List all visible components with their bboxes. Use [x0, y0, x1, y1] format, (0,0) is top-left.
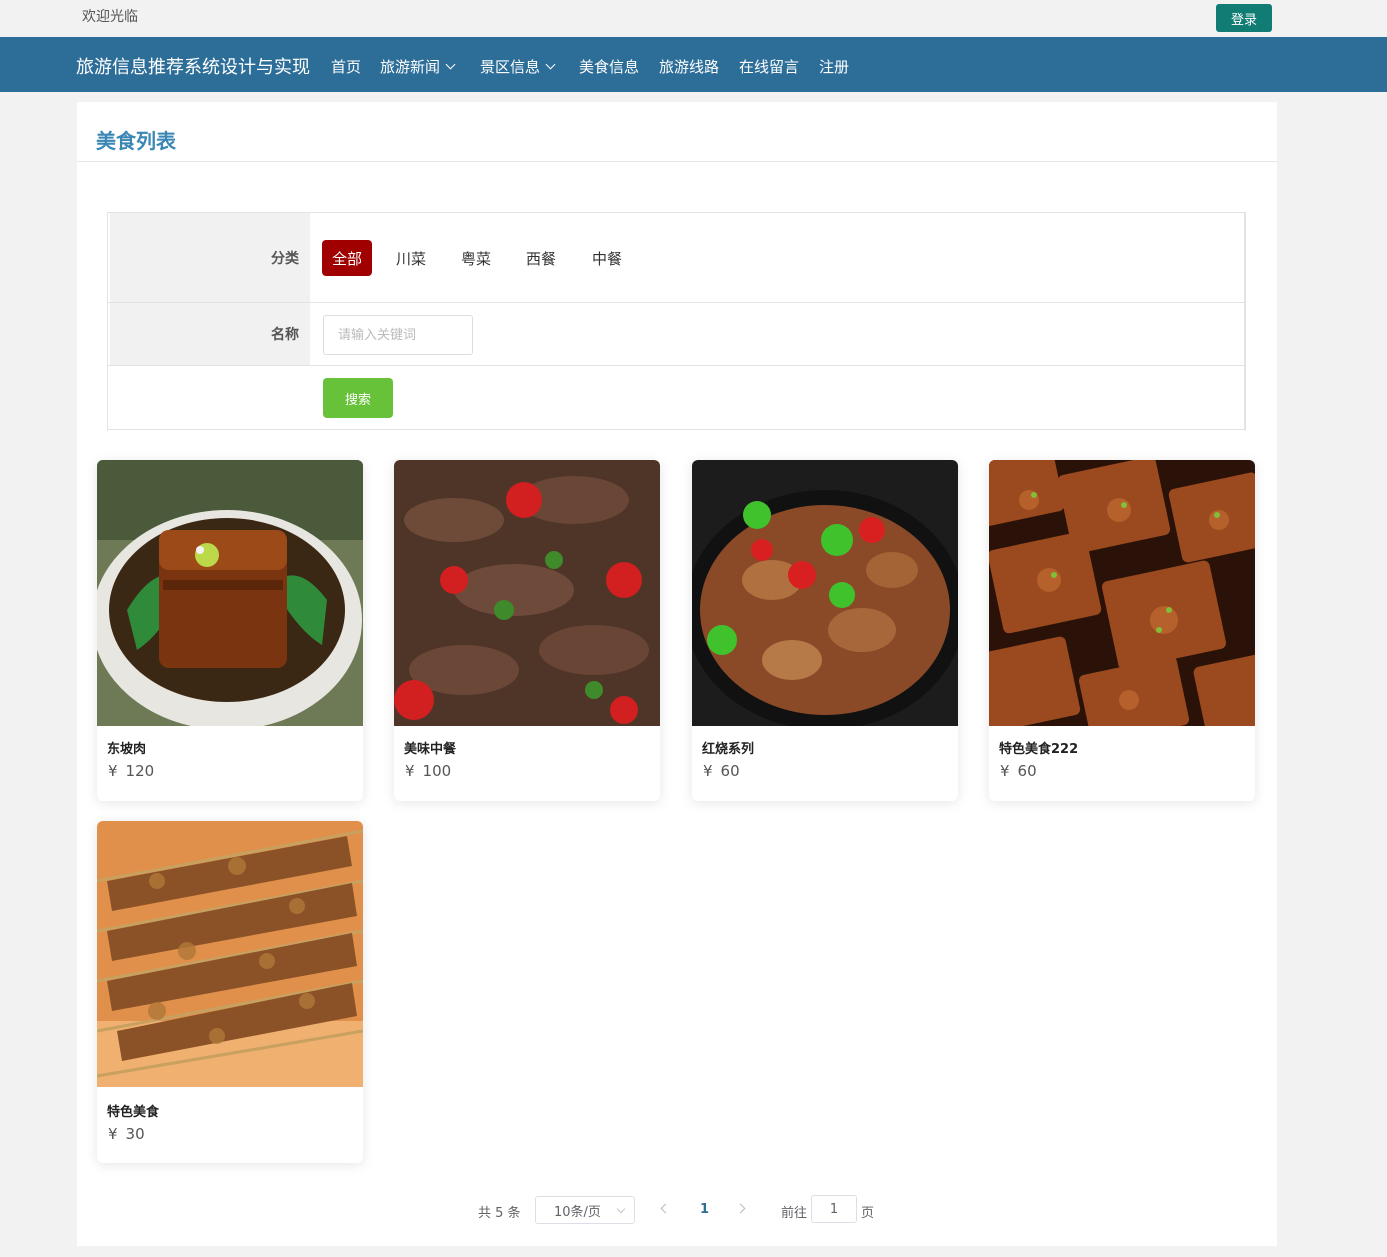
page-suffix: 页 [861, 1206, 875, 1221]
category-cantonese[interactable]: 粤菜 [451, 240, 501, 276]
price-value: 30 [125, 1125, 145, 1143]
filter-row-category: 分类 全部 川菜 粤菜 西餐 中餐 [108, 213, 1245, 303]
category-western[interactable]: 西餐 [516, 240, 566, 276]
nav-item-travel-news[interactable]: 旅游新闻 [380, 56, 456, 77]
food-name: 特色美食 [107, 1105, 160, 1120]
page-size-select[interactable]: 10条/页 [535, 1196, 635, 1224]
page-number-current[interactable]: 1 [700, 1202, 709, 1217]
food-price: ¥30 [108, 1125, 145, 1143]
chevron-down-icon [445, 59, 456, 70]
currency-symbol: ¥ [405, 762, 415, 780]
prev-page-icon[interactable] [657, 1202, 671, 1216]
nav-item-home[interactable]: 首页 [331, 56, 361, 77]
filter-table: 分类 全部 川菜 粤菜 西餐 中餐 名称 搜索 [107, 212, 1246, 431]
food-card[interactable]: 东坡肉 ¥120 [97, 460, 363, 801]
food-name: 红烧系列 [702, 742, 755, 757]
nav-item-register[interactable]: 注册 [819, 56, 849, 77]
site-brand[interactable]: 旅游信息推荐系统设计与实现 [76, 53, 310, 79]
food-price: ¥120 [108, 762, 154, 780]
currency-symbol: ¥ [108, 1125, 118, 1143]
food-name: 美味中餐 [404, 742, 457, 757]
pagination: 共 5 条 10条/页 1 前往 页 [77, 1195, 1277, 1224]
top-bar: 欢迎光临 登录 [0, 0, 1387, 37]
currency-symbol: ¥ [108, 762, 118, 780]
title-divider [77, 161, 1277, 162]
category-chinese[interactable]: 中餐 [582, 240, 632, 276]
nav-item-messages[interactable]: 在线留言 [739, 56, 799, 77]
price-value: 100 [422, 762, 452, 780]
nav-item-label: 旅游新闻 [380, 58, 441, 76]
row-border [1244, 303, 1245, 365]
pagination-total: 共 5 条 [478, 1206, 521, 1221]
nav-item-travel-routes[interactable]: 旅游线路 [659, 56, 719, 77]
food-name: 东坡肉 [107, 742, 147, 757]
food-card[interactable]: 美味中餐 ¥100 [394, 460, 660, 801]
nav-item-scenic-info[interactable]: 景区信息 [480, 56, 556, 77]
nav-item-label: 首页 [331, 58, 362, 76]
price-value: 120 [125, 762, 155, 780]
filter-row-search: 搜索 [108, 366, 1245, 430]
food-image [97, 460, 363, 726]
currency-symbol: ¥ [1000, 762, 1010, 780]
food-price: ¥100 [405, 762, 451, 780]
filter-row-name: 名称 [108, 303, 1245, 366]
food-image [394, 460, 660, 726]
food-price: ¥60 [703, 762, 740, 780]
nav-item-label: 旅游线路 [659, 58, 720, 76]
category-all[interactable]: 全部 [322, 240, 373, 276]
food-image [989, 460, 1255, 726]
chevron-down-icon [545, 59, 556, 70]
page-size-value: 10条/页 [554, 1204, 601, 1220]
chevron-down-icon [616, 1204, 626, 1214]
nav-item-label: 美食信息 [579, 58, 640, 76]
name-label: 名称 [110, 303, 310, 365]
food-image [692, 460, 958, 726]
food-name: 特色美食222 [999, 742, 1079, 757]
nav-item-food-info[interactable]: 美食信息 [579, 56, 639, 77]
food-card[interactable]: 红烧系列 ¥60 [692, 460, 958, 801]
main-nav: 旅游信息推荐系统设计与实现 首页 旅游新闻 景区信息 美食信息 旅游线路 在线留… [0, 37, 1387, 92]
nav-item-label: 注册 [819, 58, 850, 76]
food-card[interactable]: 特色美食 ¥30 [97, 821, 363, 1163]
price-value: 60 [1017, 762, 1037, 780]
goto-label: 前往 [781, 1206, 808, 1221]
category-sichuan[interactable]: 川菜 [386, 240, 436, 276]
search-button[interactable]: 搜索 [323, 378, 393, 418]
welcome-text: 欢迎光临 [82, 9, 138, 25]
food-image [97, 821, 363, 1087]
price-value: 60 [720, 762, 740, 780]
nav-item-label: 景区信息 [480, 58, 541, 76]
empty-label-cell [110, 366, 310, 429]
food-price: ¥60 [1000, 762, 1037, 780]
row-border [1244, 213, 1245, 302]
food-card[interactable]: 特色美食222 ¥60 [989, 460, 1255, 801]
page-title: 美食列表 [96, 129, 176, 153]
food-list-panel: 美食列表 分类 全部 川菜 粤菜 西餐 中餐 名称 搜索 [77, 102, 1277, 1246]
currency-symbol: ¥ [703, 762, 713, 780]
next-page-icon[interactable] [735, 1202, 749, 1216]
login-button[interactable]: 登录 [1216, 4, 1272, 32]
keyword-input[interactable] [323, 315, 473, 355]
row-border [1244, 366, 1245, 429]
category-label: 分类 [110, 213, 310, 302]
nav-item-label: 在线留言 [739, 58, 800, 76]
goto-page-input[interactable] [811, 1195, 857, 1223]
